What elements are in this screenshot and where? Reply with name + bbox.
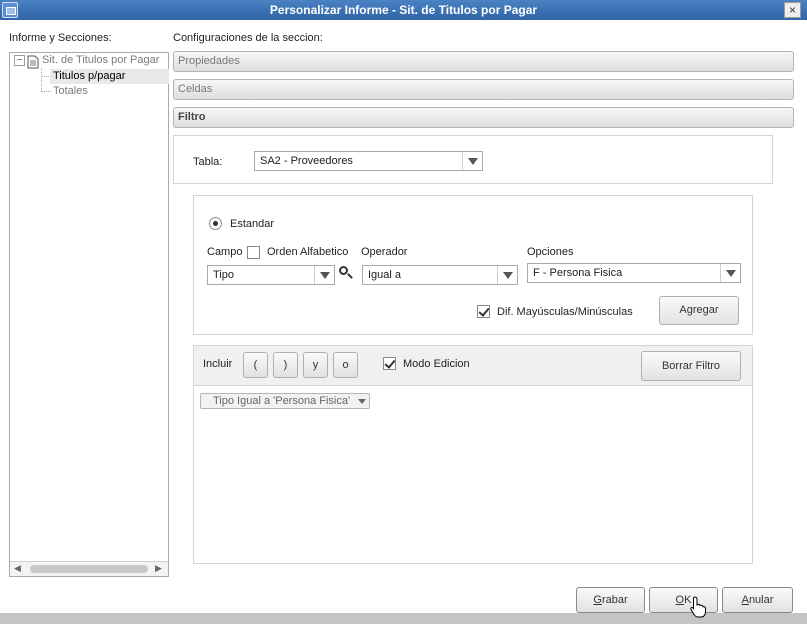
modo-edicion-label: Modo Edicion <box>403 358 470 370</box>
tree-line <box>41 91 51 92</box>
title-bar: Personalizar Informe - Sit. de Titulos p… <box>0 0 807 20</box>
close-button[interactable]: × <box>784 2 801 18</box>
window-title: Personalizar Informe - Sit. de Titulos p… <box>269 3 538 17</box>
tabla-select[interactable]: SA2 - Proveedores <box>254 151 483 171</box>
standard-label: Estandar <box>230 218 275 230</box>
filter-expression-token[interactable]: Tipo Igual a 'Persona Fisica' <box>200 393 370 409</box>
sections-label: Informe y Secciones: <box>9 32 112 44</box>
case-sensitive-checkbox[interactable] <box>477 305 490 318</box>
borrar-filtro-button[interactable]: Borrar Filtro <box>641 351 741 381</box>
campo-select[interactable]: Tipo <box>207 265 335 285</box>
section-propiedades[interactable]: Propiedades <box>173 51 794 72</box>
agregar-button[interactable]: Agregar <box>659 296 739 325</box>
close-icon: × <box>788 3 796 17</box>
ok-button[interactable]: OK <box>649 587 718 613</box>
scroll-thumb[interactable] <box>30 565 148 573</box>
chevron-down-icon[interactable] <box>720 264 740 282</box>
operador-select[interactable]: Igual a <box>362 265 518 285</box>
operador-label: Operador <box>361 246 408 258</box>
section-tree: − Sit. de Titulos por Pagar Titulos p/pa… <box>9 52 169 577</box>
modo-edicion-checkbox[interactable] <box>383 357 396 370</box>
scroll-right-icon[interactable]: ▶ <box>155 563 162 574</box>
tree-line <box>41 68 42 91</box>
close-paren-button[interactable]: ) <box>273 352 298 378</box>
document-icon <box>27 55 39 69</box>
opciones-select[interactable]: F - Persona Fisica <box>527 263 741 283</box>
or-button[interactable]: o <box>333 352 358 378</box>
chevron-down-icon[interactable] <box>462 152 482 170</box>
orden-alfabetico-checkbox[interactable] <box>247 246 260 259</box>
grabar-button[interactable]: Grabar <box>576 587 645 613</box>
tree-item-titulos[interactable]: Titulos p/pagar <box>50 69 169 84</box>
tree-item-report[interactable]: Sit. de Titulos por Pagar <box>42 53 159 68</box>
standard-radio[interactable] <box>209 217 222 230</box>
config-label: Configuraciones de la seccion: <box>173 32 323 44</box>
scroll-left-icon[interactable]: ◀ <box>14 563 21 574</box>
incluir-label: Incluir <box>203 358 233 370</box>
window-bottom-border <box>0 613 807 624</box>
opciones-label: Opciones <box>527 246 574 258</box>
tabla-label: Tabla: <box>193 156 223 168</box>
campo-label: Campo <box>207 246 243 258</box>
anular-button[interactable]: Anular <box>722 587 793 613</box>
orden-alfabetico-label: Orden Alfabetico <box>267 246 349 258</box>
app-icon <box>2 2 18 18</box>
section-celdas[interactable]: Celdas <box>173 79 794 100</box>
tree-collapse-icon[interactable]: − <box>14 55 25 66</box>
chevron-down-icon[interactable] <box>314 266 334 284</box>
search-icon[interactable] <box>339 266 353 280</box>
tree-horizontal-scrollbar[interactable]: ◀ ▶ <box>10 561 168 576</box>
chevron-down-icon[interactable] <box>358 399 366 404</box>
case-sensitive-label: Dif. Mayúsculas/Minúsculas <box>497 306 633 318</box>
open-paren-button[interactable]: ( <box>243 352 268 378</box>
section-filtro[interactable]: Filtro <box>173 107 794 128</box>
tree-item-totales[interactable]: Totales <box>53 84 88 99</box>
and-button[interactable]: y <box>303 352 328 378</box>
chevron-down-icon[interactable] <box>497 266 517 284</box>
